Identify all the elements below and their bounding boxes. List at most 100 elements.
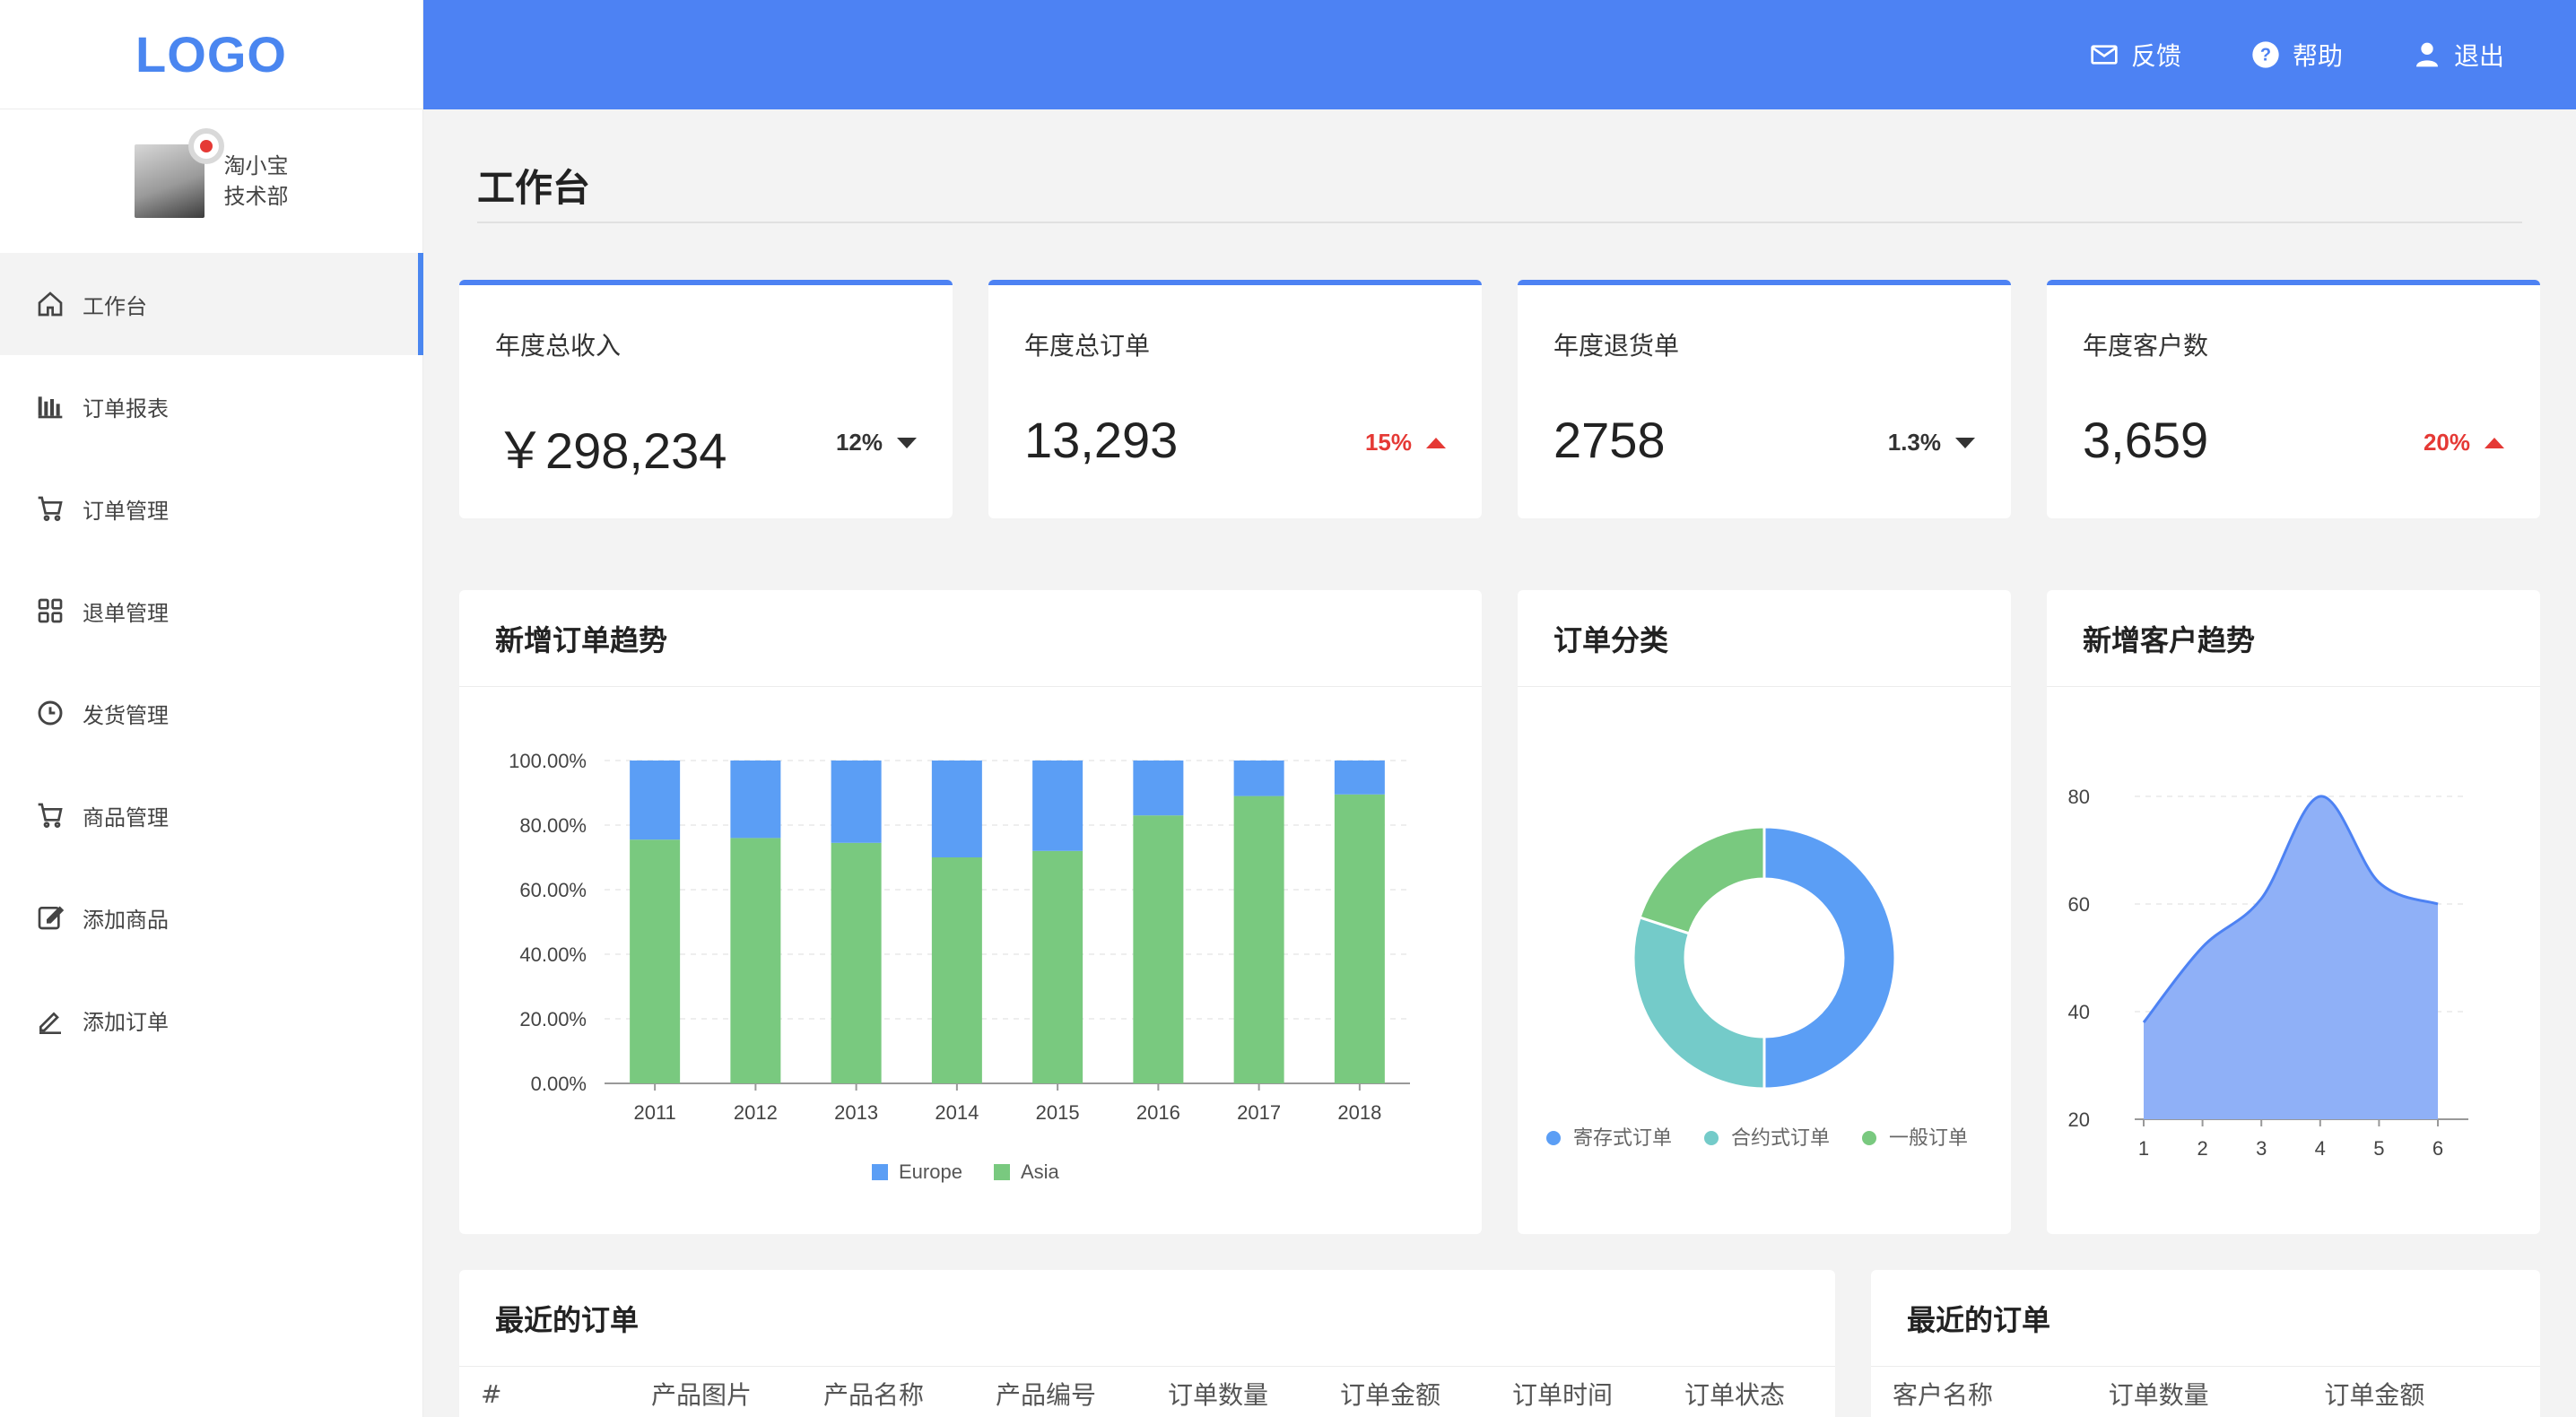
sidebar-item-add-product[interactable]: 添加商品 (0, 866, 422, 969)
sidebar-item-order-report[interactable]: 订单报表 (0, 355, 422, 457)
x-tick-label: 4 (2315, 1137, 2326, 1160)
x-tick-label: 2018 (1337, 1101, 1381, 1124)
table-header-cell: 订单金额 (2324, 1380, 2425, 1410)
edit-icon (34, 901, 66, 934)
area-fill (2144, 795, 2438, 1119)
bar-asia (1032, 850, 1083, 1083)
y-tick-label: 60 (2068, 893, 2090, 916)
recent-customers-panel: 最近的订单 客户名称 订单数量 订单金额 (1871, 1270, 2540, 1417)
y-tick-label: 60.00% (519, 879, 587, 901)
home-icon (34, 288, 66, 320)
x-tick-label: 2011 (633, 1101, 675, 1124)
feedback-link[interactable]: 反馈 (2090, 37, 2181, 73)
sidebar-item-label: 退单管理 (83, 600, 169, 626)
stat-card-returns: 年度退货单 2758 1.3% (1518, 280, 2011, 518)
user-icon (2415, 42, 2438, 67)
sidebar-item-order-management[interactable]: 订单管理 (0, 457, 422, 560)
legend-label: 合约式订单 (1731, 1126, 1830, 1149)
logo[interactable]: LOGO (135, 25, 287, 83)
stat-change: 15% (1365, 429, 1446, 456)
stat-value: ￥298,234 (495, 422, 727, 479)
legend-label: Europe (899, 1161, 962, 1183)
stat-card-revenue: 年度总收入 ￥298,234 12% (459, 280, 953, 518)
stat-value: 13,293 (1024, 412, 1179, 468)
y-tick-label: 80 (2068, 786, 2090, 808)
help-link[interactable]: ? 帮助 (2251, 37, 2343, 73)
stat-change: 1.3% (1888, 429, 1975, 456)
table-header-cell: 订单金额 (1340, 1380, 1441, 1410)
sidebar-item-label: 添加订单 (83, 1009, 169, 1035)
bar-europe (931, 761, 982, 857)
donut-chart: 寄存式订单 合约式订单 一般订单 (1546, 825, 1968, 1149)
bar-europe (831, 761, 882, 843)
pen-icon (34, 1004, 66, 1036)
x-tick-label: 3 (2256, 1137, 2267, 1160)
stat-change-value: 12% (835, 429, 883, 456)
user-profile: 淘小宝 技术部 (0, 109, 422, 253)
stat-change: 12% (836, 429, 917, 456)
grid-icon (34, 595, 66, 627)
bar-asia (630, 839, 681, 1083)
caret-down-icon (897, 437, 917, 448)
y-tick-label: 80.00% (519, 814, 587, 837)
sidebar-item-refund-management[interactable]: 退单管理 (0, 560, 422, 662)
cart-icon (34, 492, 66, 525)
panel-title: 新增客户趋势 (2047, 590, 2540, 687)
x-tick-label: 2015 (1036, 1101, 1080, 1124)
caret-down-icon (1955, 437, 1975, 448)
svg-text:?: ? (2260, 46, 2271, 65)
sidebar-item-label: 订单管理 (83, 498, 169, 524)
y-tick-label: 0.00% (531, 1073, 587, 1095)
x-tick-label: 2 (2197, 1137, 2207, 1160)
stat-card-customers: 年度客户数 3,659 20% (2047, 280, 2540, 518)
title-divider (477, 222, 2522, 223)
stat-label: 年度客户数 (2083, 331, 2209, 361)
clock-icon (34, 697, 66, 729)
sidebar-item-dashboard[interactable]: 工作台 (0, 253, 423, 355)
panel-title: 订单分类 (1518, 590, 2011, 687)
sidebar-item-add-order[interactable]: 添加订单 (0, 969, 422, 1071)
bar-europe (630, 761, 681, 840)
sidebar-item-label: 发货管理 (83, 702, 169, 728)
stat-change-value: 1.3% (1887, 429, 1941, 456)
x-tick-label: 2016 (1136, 1101, 1180, 1124)
stat-card-orders: 年度总订单 13,293 15% (988, 280, 1482, 518)
table-header-cell: 订单时间 (1512, 1380, 1614, 1410)
x-tick-label: 2014 (935, 1101, 979, 1124)
x-tick-label: 2017 (1237, 1101, 1281, 1124)
page-title: 工作台 (477, 166, 591, 210)
stat-label: 年度退货单 (1553, 331, 1680, 361)
y-tick-label: 40.00% (519, 943, 587, 966)
bar-europe (1233, 761, 1284, 796)
logout-link[interactable]: 退出 (2413, 37, 2504, 73)
avatar[interactable] (134, 128, 224, 218)
sidebar-item-label: 商品管理 (83, 804, 169, 830)
caret-up-icon (1426, 437, 1446, 448)
panel-title: 最近的订单 (1871, 1270, 2540, 1367)
y-tick-label: 20.00% (519, 1008, 587, 1030)
bar-asia (1334, 794, 1385, 1083)
stat-change-value: 20% (2423, 429, 2470, 456)
stat-label: 年度总订单 (1024, 331, 1151, 361)
legend-swatch (1862, 1131, 1876, 1145)
panel-title: 新增订单趋势 (459, 590, 1482, 687)
bar-chart-icon (34, 390, 66, 422)
table-header-cell: 订单数量 (1168, 1380, 1269, 1410)
donut-slice (1638, 825, 1766, 935)
recent-orders-table-header: # 产品图片 产品名称 产品编号 订单数量 订单金额 订单时间 订单状态 (459, 1367, 1835, 1417)
table-header-cell: 产品编号 (996, 1380, 1097, 1410)
user-dept: 技术部 (223, 184, 289, 209)
sidebar: LOGO 淘小宝 技术部 工作台 订单报表 订单管理 退单管理 发货管理 商品管… (0, 0, 423, 1417)
area-chart: 20 40 60 80 1 2 3 4 5 6 (2068, 786, 2468, 1160)
bar-asia (1233, 795, 1284, 1083)
legend-label: 寄存式订单 (1573, 1126, 1672, 1149)
customer-orders-table-header: 客户名称 订单数量 订单金额 (1871, 1367, 2540, 1417)
sidebar-item-product-management[interactable]: 商品管理 (0, 764, 422, 866)
order-trend-panel: 新增订单趋势 0.00% 20.00% 40.00% 60.00% 80.00% 100.… (459, 590, 1482, 1234)
stat-change-value: 15% (1364, 429, 1412, 456)
legend-label: Asia (1021, 1161, 1060, 1183)
sidebar-item-shipping-management[interactable]: 发货管理 (0, 662, 422, 764)
x-tick-label: 1 (2138, 1137, 2149, 1160)
logout-label: 退出 (2453, 41, 2504, 71)
stat-label: 年度总收入 (495, 331, 622, 361)
